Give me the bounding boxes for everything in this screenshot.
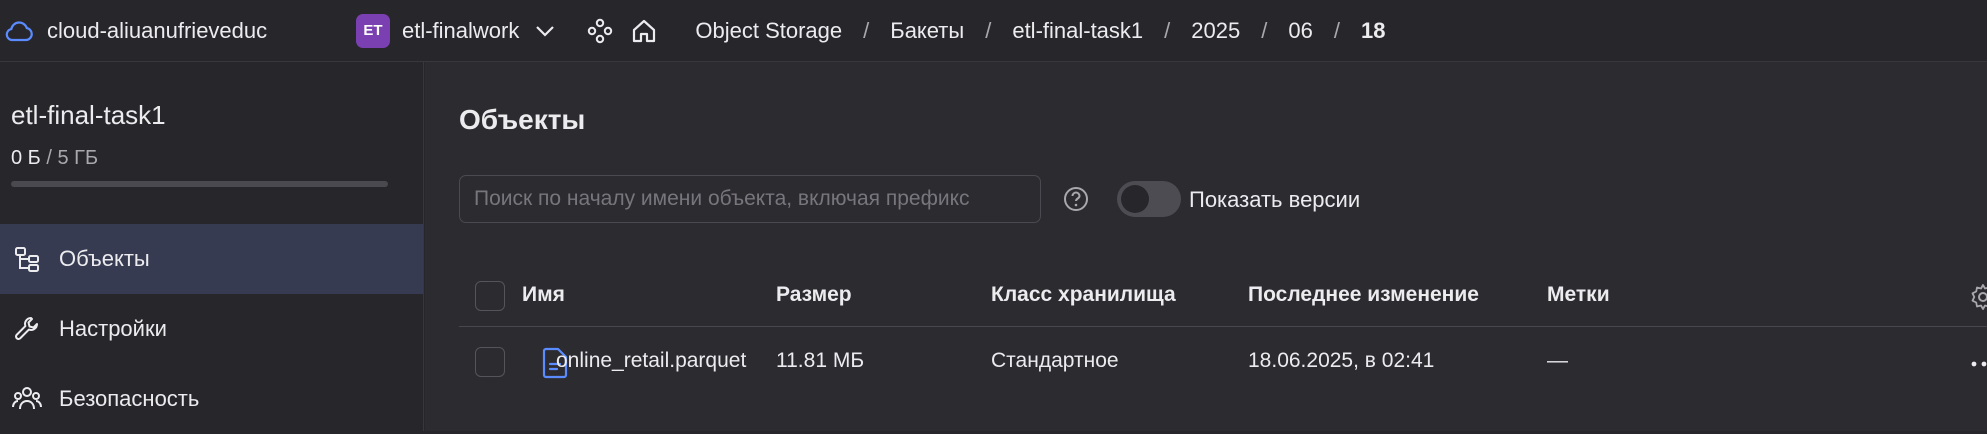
breadcrumb-separator: / [863, 17, 870, 43]
sidebar-item-objects[interactable]: Объекты [0, 224, 423, 294]
cloud-icon [5, 16, 35, 46]
more-actions-icon[interactable] [1969, 349, 1987, 373]
search-input[interactable] [459, 175, 1041, 223]
show-versions-label: Показать версии [1189, 187, 1361, 212]
cloud-selector[interactable]: cloud-aliuanufrieveduc [0, 16, 294, 46]
folder-badge: ET [356, 13, 390, 48]
top-bar: cloud-aliuanufrieveduc ET etl-finalwork … [0, 0, 1987, 62]
usage-total: 5 ГБ [57, 147, 99, 169]
bucket-name: etl-final-task1 [11, 100, 166, 130]
breadcrumb-separator: / [1261, 17, 1268, 43]
breadcrumb-bucket[interactable]: etl-final-task1 [1012, 18, 1143, 44]
storage-class: Стандартное [991, 349, 1119, 372]
sidebar-item-label: Безопасность [59, 386, 200, 411]
page-title: Объекты [459, 104, 586, 135]
breadcrumb-year[interactable]: 2025 [1191, 18, 1240, 44]
toggle-knob [1121, 185, 1149, 213]
column-tags[interactable]: Метки [1547, 283, 1610, 307]
cloud-name: cloud-aliuanufrieveduc [47, 17, 268, 43]
usage-progress-bar [11, 181, 388, 187]
folder-selector[interactable]: ET etl-finalwork [294, 13, 559, 48]
home-icon[interactable] [629, 16, 659, 46]
breadcrumb-month[interactable]: 06 [1288, 18, 1312, 44]
breadcrumb-separator: / [1164, 17, 1171, 43]
breadcrumb-separator: / [1333, 17, 1340, 43]
users-security-icon [11, 383, 43, 415]
chevron-down-icon[interactable] [535, 19, 559, 43]
breadcrumb-separator: / [985, 17, 992, 43]
row-checkbox[interactable] [475, 347, 505, 377]
main-content: Объекты Показать версии Имя Размер Класс… [425, 62, 1987, 431]
column-storage-class[interactable]: Класс хранилища [991, 283, 1176, 307]
folder-name: etl-finalwork [402, 17, 520, 43]
last-modified: 18.06.2025, в 02:41 [1248, 349, 1435, 372]
help-icon[interactable] [1063, 186, 1089, 212]
services-icon[interactable] [585, 16, 615, 46]
table-row[interactable]: online_retail.parquet 11.81 МБ Стандартн… [459, 327, 1987, 397]
breadcrumb-day: 18 [1360, 17, 1386, 43]
usage-separator: / [40, 147, 58, 169]
sidebar-item-label: Настройки [59, 316, 167, 341]
table-header: Имя Размер Класс хранилища Последнее изм… [459, 265, 1987, 327]
usage-used: 0 Б [11, 147, 41, 169]
column-last-modified[interactable]: Последнее изменение [1248, 283, 1479, 307]
select-all-checkbox[interactable] [475, 281, 505, 311]
column-size[interactable]: Размер [776, 283, 852, 307]
breadcrumb-object-storage[interactable]: Object Storage [695, 18, 842, 44]
storage-usage: 0 Б / 5 ГБ [11, 147, 98, 170]
file-size: 11.81 МБ [776, 349, 865, 372]
show-versions-toggle[interactable] [1117, 181, 1181, 217]
objects-tree-icon [11, 243, 43, 275]
sidebar-item-security[interactable]: Безопасность [0, 364, 423, 434]
breadcrumb-buckets[interactable]: Бакеты [890, 18, 964, 44]
sidebar-item-settings[interactable]: Настройки [0, 294, 423, 364]
sidebar-item-label: Объекты [59, 246, 150, 271]
tags: — [1547, 349, 1568, 372]
column-name[interactable]: Имя [522, 283, 565, 307]
file-name-link[interactable]: online_retail.parquet [556, 349, 746, 373]
breadcrumb: Object Storage / Бакеты / etl-final-task… [695, 18, 1385, 44]
wrench-icon [11, 313, 43, 345]
gear-icon[interactable] [1969, 283, 1987, 311]
sidebar: etl-final-task1 0 Б / 5 ГБ Объекты Настр… [0, 62, 424, 431]
